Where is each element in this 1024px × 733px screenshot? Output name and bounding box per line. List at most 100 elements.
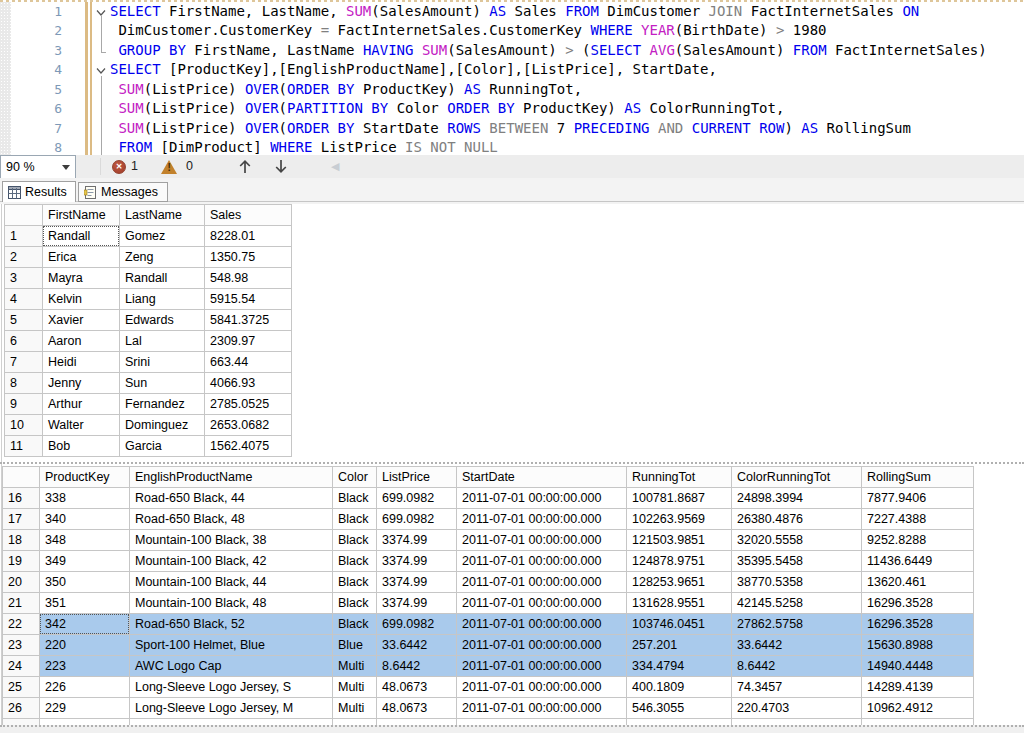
grid-cell[interactable]: Black <box>333 509 377 530</box>
grid-cell[interactable]: 2785.0525 <box>205 394 292 415</box>
sql-editor[interactable]: 1SELECT FirstName, LastName, SUM(SalesAm… <box>0 0 1024 155</box>
grid-cell[interactable]: Blue <box>333 635 377 656</box>
grid-cell[interactable]: 220.4703 <box>732 698 862 719</box>
grid-cell[interactable]: 48.0673 <box>377 698 457 719</box>
grid-cell[interactable]: Erica <box>43 247 120 268</box>
grid-cell[interactable]: 3374.99 <box>377 572 457 593</box>
row-header[interactable]: 20 <box>3 572 40 593</box>
grid-cell[interactable]: Black <box>333 593 377 614</box>
grid-cell[interactable]: Long-Sleeve Logo Jersey, M <box>130 698 333 719</box>
grid-cell[interactable]: Randall <box>120 268 205 289</box>
grid-cell[interactable]: 26380.4876 <box>732 509 862 530</box>
grid-cell[interactable]: Mayra <box>43 268 120 289</box>
column-header[interactable]: RunningTot <box>627 467 732 488</box>
row-header[interactable]: 21 <box>3 593 40 614</box>
row-header[interactable]: 1 <box>5 226 43 247</box>
row-header[interactable]: 8 <box>5 373 43 394</box>
grid-cell[interactable]: Randall <box>43 226 120 247</box>
row-header[interactable]: 10 <box>5 415 43 436</box>
grid-cell[interactable]: 8228.01 <box>205 226 292 247</box>
grid-cell[interactable]: 351 <box>40 593 130 614</box>
grid-cell[interactable]: Black <box>333 572 377 593</box>
grid-cell[interactable]: Road-650 Black, 44 <box>130 488 333 509</box>
grid-cell[interactable]: 699.0982 <box>377 614 457 635</box>
grid-cell[interactable]: 223 <box>40 656 130 677</box>
grid-cell[interactable]: 16296.3528 <box>862 593 974 614</box>
grid-cell[interactable]: Walter <box>43 415 120 436</box>
grid-cell[interactable]: 38770.5358 <box>732 572 862 593</box>
column-header[interactable]: FirstName <box>43 205 120 226</box>
grid-cell[interactable]: 5915.54 <box>205 289 292 310</box>
grid-cell[interactable]: 2011-07-01 00:00:00.000 <box>457 677 627 698</box>
grid-cell[interactable]: Liang <box>120 289 205 310</box>
row-header[interactable]: 5 <box>5 310 43 331</box>
row-header[interactable]: 25 <box>3 677 40 698</box>
next-error-button[interactable] <box>273 158 289 179</box>
grid-cell[interactable]: 15630.8988 <box>862 635 974 656</box>
grid-cell[interactable]: 74.3457 <box>732 677 862 698</box>
grid-cell[interactable]: 3374.99 <box>377 530 457 551</box>
grid-cell[interactable]: 124878.9751 <box>627 551 732 572</box>
grid-cell[interactable]: 14940.4448 <box>862 656 974 677</box>
grid-cell[interactable]: Aaron <box>43 331 120 352</box>
grid-cell[interactable]: 11436.6449 <box>862 551 974 572</box>
zoom-level-select[interactable]: 90 % <box>0 155 76 179</box>
grid-cell[interactable]: Arthur <box>43 394 120 415</box>
grid-cell[interactable]: Kelvin <box>43 289 120 310</box>
grid-cell[interactable]: Jenny <box>43 373 120 394</box>
grid-cell[interactable]: 348 <box>40 530 130 551</box>
collapse-left-icon[interactable]: ◀ <box>331 160 339 173</box>
grid-cell[interactable]: 350 <box>40 572 130 593</box>
grid-cell[interactable]: Mountain-100 Black, 44 <box>130 572 333 593</box>
grid-cell[interactable]: 226 <box>40 677 130 698</box>
row-header[interactable]: 2 <box>5 247 43 268</box>
column-header[interactable]: StartDate <box>457 467 627 488</box>
grid-cell[interactable]: 103746.0451 <box>627 614 732 635</box>
fold-collapse-icon[interactable] <box>95 63 107 75</box>
grid-cell[interactable]: 2011-07-01 00:00:00.000 <box>457 656 627 677</box>
grid-cell[interactable]: 1562.4075 <box>205 436 292 457</box>
grid-cell[interactable]: Long-Sleeve Logo Jersey, S <box>130 677 333 698</box>
grid-cell[interactable]: 42145.5258 <box>732 593 862 614</box>
column-header[interactable]: EnglishProductName <box>130 467 333 488</box>
grid-cell[interactable]: 349 <box>40 551 130 572</box>
grid-cell[interactable]: 24898.3994 <box>732 488 862 509</box>
grid-cell[interactable]: 340 <box>40 509 130 530</box>
grid-cell[interactable]: Lal <box>120 331 205 352</box>
grid-cell[interactable]: 2011-07-01 00:00:00.000 <box>457 635 627 656</box>
column-header[interactable]: ListPrice <box>377 467 457 488</box>
grid-cell[interactable]: 121503.9851 <box>627 530 732 551</box>
row-header[interactable]: 7 <box>5 352 43 373</box>
grid-cell[interactable]: 2011-07-01 00:00:00.000 <box>457 509 627 530</box>
grid-cell[interactable]: 2011-07-01 00:00:00.000 <box>457 593 627 614</box>
grid-cell[interactable]: Multi <box>333 656 377 677</box>
grid-cell[interactable]: 8.6442 <box>377 656 457 677</box>
grid-cell[interactable]: Black <box>333 530 377 551</box>
grid-cell[interactable]: Heidi <box>43 352 120 373</box>
grid-cell[interactable]: 32020.5558 <box>732 530 862 551</box>
grid-cell[interactable]: 229 <box>40 698 130 719</box>
grid-cell[interactable]: 338 <box>40 488 130 509</box>
grid-cell[interactable]: Multi <box>333 677 377 698</box>
grid-cell[interactable]: 2011-07-01 00:00:00.000 <box>457 530 627 551</box>
grid-cell[interactable]: 2011-07-01 00:00:00.000 <box>457 698 627 719</box>
grid-cell[interactable]: Gomez <box>120 226 205 247</box>
grid-cell[interactable]: 1350.75 <box>205 247 292 268</box>
select-all-corner[interactable] <box>5 205 43 226</box>
row-header[interactable]: 4 <box>5 289 43 310</box>
grid-cell[interactable]: 33.6442 <box>377 635 457 656</box>
grid-cell[interactable]: 27862.5758 <box>732 614 862 635</box>
tab-results[interactable]: Results <box>2 181 76 202</box>
row-header[interactable]: 22 <box>3 614 40 635</box>
row-header[interactable]: 18 <box>3 530 40 551</box>
grid-cell[interactable]: 546.3055 <box>627 698 732 719</box>
grid-cell[interactable]: 13620.461 <box>862 572 974 593</box>
grid-cell[interactable]: 334.4794 <box>627 656 732 677</box>
grid-cell[interactable]: Road-650 Black, 52 <box>130 614 333 635</box>
row-header[interactable]: 17 <box>3 509 40 530</box>
grid-cell[interactable]: 2309.97 <box>205 331 292 352</box>
grid-cell[interactable]: Sun <box>120 373 205 394</box>
error-icon[interactable]: ✕ <box>112 160 126 174</box>
grid-cell[interactable]: 220 <box>40 635 130 656</box>
grid-cell[interactable]: Xavier <box>43 310 120 331</box>
